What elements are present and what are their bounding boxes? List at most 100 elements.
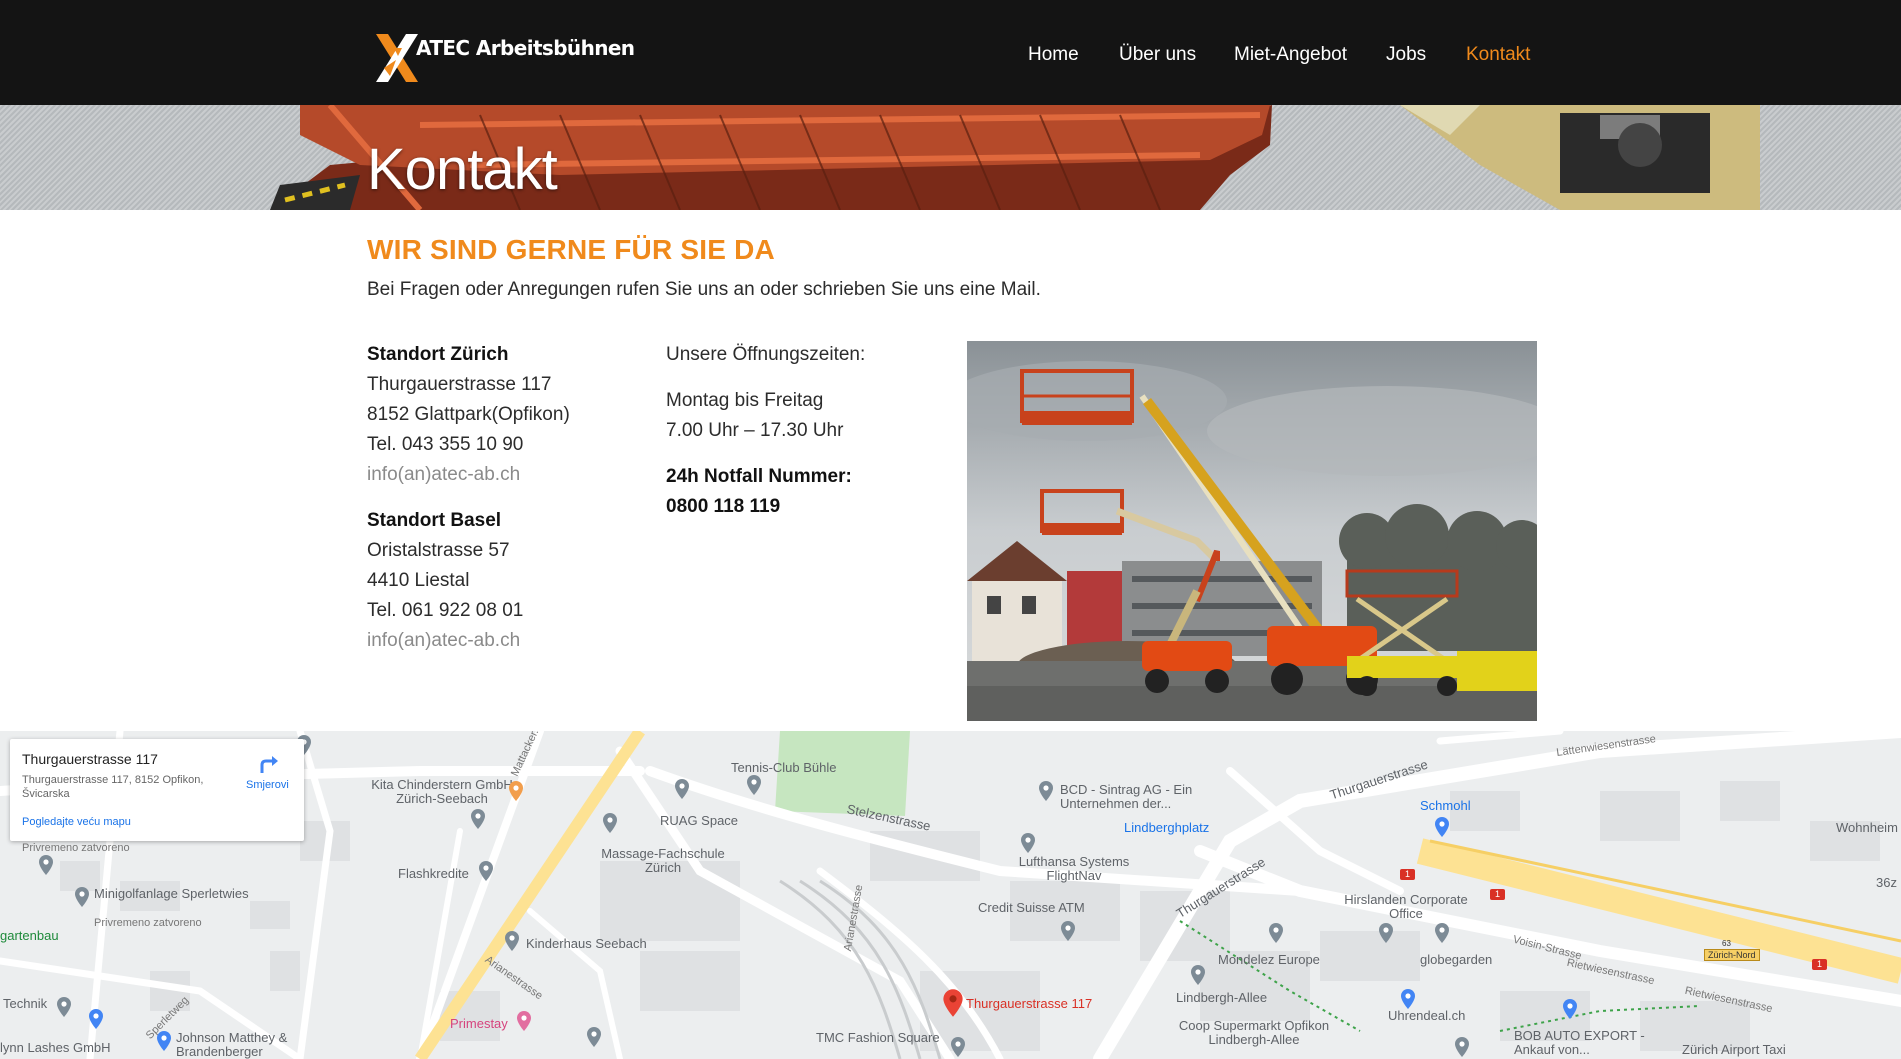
zurich-phone[interactable]: Tel. 043 355 10 90 <box>367 430 570 460</box>
map-pin-icon[interactable] <box>602 813 618 833</box>
map-pin-icon[interactable] <box>88 1009 104 1029</box>
map-label-coop[interactable]: Coop Supermarkt Opfikon Lindbergh-Allee <box>1174 1019 1334 1047</box>
map-label-flashkredite[interactable]: Flashkredite <box>398 867 469 881</box>
info-card-title: Thurgauerstrasse 117 <box>22 751 158 767</box>
map-pin-icon[interactable] <box>156 1031 172 1051</box>
map-label-airport-taxi[interactable]: Zürich Airport Taxi <box>1682 1043 1786 1057</box>
map-pin-icon[interactable] <box>1434 923 1450 943</box>
basel-phone[interactable]: Tel. 061 922 08 01 <box>367 596 523 626</box>
map-pin-icon[interactable] <box>1020 833 1036 853</box>
map-label-wohnheim[interactable]: Wohnheim <box>1836 821 1898 835</box>
map-label-lindbergh-allee[interactable]: Lindbergh-Allee <box>1176 991 1267 1005</box>
map-label-globegarden[interactable]: globegarden <box>1420 953 1492 967</box>
contact-headline: WIR SIND GERNE FÜR SIE DA <box>367 234 775 265</box>
zurich-street: Thurgauerstrasse 117 <box>367 374 552 395</box>
map-label-hirslanden[interactable]: Hirslanden Corporate Office <box>1336 893 1476 921</box>
motorway-shield-1: 1 <box>1400 869 1416 880</box>
motorway-shield-2: 1 <box>1490 889 1506 900</box>
location-marker-icon[interactable] <box>942 989 964 1017</box>
map-pin-icon[interactable] <box>56 997 72 1017</box>
zurich-title: Standort Zürich <box>367 344 509 365</box>
directions-icon[interactable] <box>258 753 280 775</box>
map-pin-icon[interactable] <box>1038 781 1054 801</box>
basel-email-link[interactable]: info(an)atec-ab.ch <box>367 626 523 656</box>
location-zurich: Standort Zürich Thurgauerstrasse 117 815… <box>367 340 570 490</box>
basel-street: Oristalstrasse 57 <box>367 540 510 561</box>
map-label-zurich-nord: Zürich-Nord <box>1704 949 1760 961</box>
map-label-closed-1: Privremeno zatvoreno <box>22 842 130 854</box>
lift-photo <box>967 341 1537 721</box>
hero-banner: Kontakt <box>0 105 1901 210</box>
map-pin-icon[interactable] <box>504 931 520 951</box>
map-pin-icon[interactable] <box>746 775 762 795</box>
map-label-exit-63: 63 <box>1722 939 1731 948</box>
contact-intro: Bei Fragen oder Anregungen rufen Sie uns… <box>367 279 1041 300</box>
directions-button[interactable]: Smjerovi <box>246 779 289 791</box>
map-label-kinderhaus[interactable]: Kinderhaus Seebach <box>526 937 647 951</box>
map-label-credit-suisse[interactable]: Credit Suisse ATM <box>978 901 1085 915</box>
site-header: ATEC Arbeitsbühnen Home Über uns Miet-An… <box>0 0 1901 105</box>
emergency-label: 24h Notfall Nummer: <box>666 466 852 487</box>
map-pin-icon[interactable] <box>1454 1037 1470 1057</box>
map-info-card: Thurgauerstrasse 117 Thurgauerstrasse 11… <box>10 739 304 841</box>
map-label-kita[interactable]: Kita Chinderstern GmbH Zürich-Seebach <box>362 778 522 806</box>
nav-home[interactable]: Home <box>1028 44 1079 66</box>
map-pin-icon[interactable] <box>508 781 524 801</box>
map-pin-icon[interactable] <box>1400 989 1416 1009</box>
hours-days: Montag bis Freitag <box>666 390 824 411</box>
nav-jobs[interactable]: Jobs <box>1386 44 1426 66</box>
motorway-shield-3: 1 <box>1812 959 1828 970</box>
map-pin-icon[interactable] <box>1190 965 1206 985</box>
map-label-bcd[interactable]: BCD - Sintrag AG - Ein Unternehmen der..… <box>1060 783 1220 811</box>
emergency-number[interactable]: 0800 118 119 <box>666 492 865 522</box>
map-label-lindberghplatz[interactable]: Lindberghplatz <box>1124 821 1209 835</box>
zurich-email-link[interactable]: info(an)atec-ab.ch <box>367 460 570 490</box>
map-label-schmohl[interactable]: Schmohl <box>1420 799 1471 813</box>
map-pin-icon[interactable] <box>74 887 90 907</box>
map-label-thurgauerstrasse-117[interactable]: Thurgauerstrasse 117 <box>966 997 1092 1011</box>
page-title: Kontakt <box>367 137 558 202</box>
info-card-address: Thurgauerstrasse 117, 8152 Opfikon, Švic… <box>22 774 204 800</box>
map-pin-icon[interactable] <box>38 855 54 875</box>
hours-time: 7.00 Uhr – 17.30 Uhr <box>666 420 844 441</box>
map-pin-icon[interactable] <box>1562 999 1578 1019</box>
hours-title: Unsere Öffnungszeiten: <box>666 344 866 365</box>
map-label-mondelez[interactable]: Mondelez Europe <box>1218 953 1320 967</box>
basel-title: Standort Basel <box>367 510 502 531</box>
map-pin-icon[interactable] <box>478 861 494 881</box>
map-label-primestay[interactable]: Primestay <box>450 1017 508 1031</box>
map-label-johnson[interactable]: Johnson Matthey & Brandenberger <box>176 1031 296 1059</box>
hero-lift-image <box>270 105 1760 210</box>
map-label-minigolf[interactable]: Minigolfanlage Sperletwies <box>94 887 249 901</box>
basel-city: 4410 Liestal <box>367 570 470 591</box>
opening-hours: Unsere Öffnungszeiten: Montag bis Freita… <box>666 340 865 522</box>
map-label-lufthansa[interactable]: Lufthansa Systems FlightNav <box>1004 855 1144 883</box>
map-label-tmc[interactable]: TMC Fashion Square <box>816 1031 940 1045</box>
map-pin-icon[interactable] <box>674 779 690 799</box>
nav-kontakt[interactable]: Kontakt <box>1466 44 1530 66</box>
location-basel: Standort Basel Oristalstrasse 57 4410 Li… <box>367 506 523 656</box>
map-label-uhrendeal[interactable]: Uhrendeal.ch <box>1388 1009 1465 1023</box>
map-pin-icon[interactable] <box>586 1027 602 1047</box>
map-pin-icon[interactable] <box>1268 923 1284 943</box>
view-larger-map-link[interactable]: Pogledajte veću mapu <box>22 816 131 828</box>
map-label-gartenbau[interactable]: gartenbau <box>0 929 59 943</box>
map-label-ruag[interactable]: RUAG Space <box>660 814 738 828</box>
map-pin-icon[interactable] <box>950 1037 966 1057</box>
map-pin-icon[interactable] <box>470 809 486 829</box>
map-label-technik[interactable]: Technik <box>3 997 47 1011</box>
map-label-36z: 36z <box>1876 875 1897 890</box>
nav-ueber-uns[interactable]: Über uns <box>1119 44 1196 66</box>
main-nav: Home Über uns Miet-Angebot Jobs Kontakt <box>0 44 1901 68</box>
map-label-bob-auto[interactable]: BOB AUTO EXPORT - Ankauf von... <box>1514 1029 1654 1057</box>
map-pin-icon[interactable] <box>516 1011 532 1031</box>
map-label-tennis[interactable]: Tennis-Club Bühl​e <box>731 761 837 775</box>
nav-miet-angebot[interactable]: Miet-Angebot <box>1234 44 1347 66</box>
map-label-closed-2: Privremeno zatvoreno <box>94 917 202 929</box>
map-pin-icon[interactable] <box>1434 817 1450 837</box>
map-pin-icon[interactable] <box>1060 921 1076 941</box>
map-label-lashes[interactable]: lynn Lashes GmbH <box>0 1041 111 1055</box>
map-label-massage[interactable]: Massage-Fachschule Zürich <box>588 847 738 875</box>
map-pin-icon[interactable] <box>1378 923 1394 943</box>
zurich-city: 8152 Glattpark(Opfikon) <box>367 404 570 425</box>
